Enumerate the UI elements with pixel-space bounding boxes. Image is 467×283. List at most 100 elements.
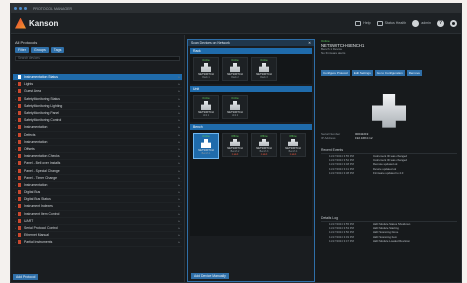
row-menu-icon[interactable]: ▸ <box>178 240 180 244</box>
log-message: Firmware updated to 4.0 <box>373 171 404 176</box>
row-menu-icon[interactable]: ▸ <box>178 125 180 129</box>
device-card[interactable]: Online NETSWITCH Unit 1 <box>193 95 219 119</box>
protocol-list-item[interactable]: › Instrumentation Status ▸ <box>13 74 182 82</box>
row-menu-icon[interactable]: ▸ <box>178 118 180 122</box>
row-menu-icon[interactable]: ▸ <box>178 169 180 173</box>
row-menu-icon[interactable]: ▸ <box>178 97 180 101</box>
protocol-list-item[interactable]: › SafetyMonitoring Status ▸ <box>13 96 182 103</box>
help-menu[interactable]: Help <box>355 20 371 26</box>
tab-tags[interactable]: Tags <box>50 47 65 53</box>
protocol-list-item[interactable]: › SafetyMonitoring Lighting ▸ <box>13 103 182 110</box>
protocol-icon <box>18 103 21 108</box>
tab-groups[interactable]: Groups <box>31 47 49 53</box>
property-row: IP Address 192.168.0.12 <box>321 136 457 140</box>
row-menu-icon[interactable]: ▸ <box>178 176 180 180</box>
protocol-list-item[interactable]: › Panel - Timer Change ▸ <box>13 175 182 182</box>
row-menu-icon[interactable]: ▸ <box>178 212 180 216</box>
row-menu-icon[interactable]: ▸ <box>178 233 180 237</box>
row-menu-icon[interactable]: ▸ <box>178 82 180 86</box>
row-menu-icon[interactable]: ▸ <box>178 204 180 208</box>
add-device-button[interactable]: Add Device Manually <box>191 273 229 279</box>
monitor-icon <box>355 20 362 26</box>
protocol-label: Instrumentation <box>24 125 48 130</box>
device-card-location: Unit 1 <box>202 114 210 117</box>
device-card[interactable]: Offline NETSWITCH Bench 21 alert <box>222 133 248 157</box>
edit-settings-button[interactable]: Edit Settings <box>351 69 373 76</box>
row-menu-icon[interactable]: ▸ <box>178 89 180 93</box>
row-menu-icon[interactable]: ▸ <box>178 226 180 230</box>
protocol-label: Serial Protocol Control <box>24 226 58 231</box>
protocol-list-item[interactable]: › Digital Bus ▸ <box>13 189 182 197</box>
protocol-list-item[interactable]: › Instrumentation ▸ <box>13 182 182 189</box>
row-menu-icon[interactable]: ▸ <box>178 111 180 115</box>
row-menu-icon[interactable]: ▸ <box>178 183 180 187</box>
device-card[interactable]: Online NETSWITCH Rack 2 <box>222 57 248 81</box>
go-to-configuration-button[interactable]: Go to Configuration <box>374 69 405 76</box>
protocol-list-item[interactable]: › Panel - Special Change ▸ <box>13 167 182 175</box>
row-menu-icon[interactable]: ▸ <box>178 140 180 144</box>
protocol-list-item[interactable]: › Instrumentation Checks ▸ <box>13 153 182 161</box>
recent-events-list: 11/17/2024 3:55 PM Instrument ID was chan… <box>321 154 457 176</box>
protocol-list-item[interactable]: › Instrument Indexes ▸ <box>13 203 182 211</box>
row-menu-icon[interactable]: ▸ <box>178 197 180 201</box>
protocol-label: Partial Instruments <box>24 240 53 245</box>
row-menu-icon[interactable]: ▸ <box>178 147 180 151</box>
log-message: LED Module Loaded Revision <box>373 239 411 244</box>
protocol-list-item[interactable]: › Instrumentation ▸ <box>13 139 182 146</box>
gear-icon[interactable] <box>450 19 457 27</box>
device-image-icon <box>372 93 406 128</box>
protocol-label: Instrument Indexes <box>24 204 53 209</box>
protocol-label: Panel - Special Change <box>24 168 60 173</box>
device-card[interactable]: Offline NETSWITCH Bench 31 alert <box>251 133 277 157</box>
device-card[interactable]: Online NETSWITCH Rack 3 <box>251 57 277 81</box>
protocol-label: Offsets <box>24 146 35 151</box>
help-icon[interactable]: ? <box>437 19 444 27</box>
protocol-list-item[interactable]: › SafetyMonitoring Panel ▸ <box>13 110 182 118</box>
row-menu-icon[interactable]: ▸ <box>178 133 180 137</box>
protocol-list-item[interactable]: › UART ▸ <box>13 218 182 225</box>
protocol-list-item[interactable]: › Serial Protocol Control ▸ <box>13 225 182 233</box>
tab-filter[interactable]: Filter <box>15 47 29 53</box>
protocol-list-item[interactable]: › Ethernet Manual ▸ <box>13 232 182 240</box>
row-menu-icon[interactable]: ▸ <box>178 75 180 79</box>
window-minimize-icon[interactable] <box>19 7 22 10</box>
protocol-list-item[interactable]: › Digital Bus Status ▸ <box>13 196 182 204</box>
row-menu-icon[interactable]: ▸ <box>178 219 180 223</box>
status-health-menu[interactable]: Status Health <box>376 20 406 26</box>
configure-protocol-button[interactable]: Configure Protocol <box>321 69 350 76</box>
row-menu-icon[interactable]: ▸ <box>178 104 180 108</box>
protocol-list-item[interactable]: › Lights ▸ <box>13 81 182 89</box>
protocol-list-item[interactable]: › Defects ▸ <box>13 132 182 139</box>
device-card-status: Online <box>231 59 239 62</box>
protocol-list-item[interactable]: › Instrumentation ▸ <box>13 124 182 132</box>
protocol-label: SafetyMonitoring Status <box>24 96 60 101</box>
protocol-list-item[interactable]: › SafetyMonitoring Control ▸ <box>13 117 182 125</box>
row-menu-icon[interactable]: ▸ <box>178 190 180 194</box>
protocol-list-item[interactable]: › Partial Instruments ▸ <box>13 239 182 247</box>
device-card[interactable]: Online NETSWITCH Bench 1 <box>193 133 219 159</box>
device-card[interactable]: Online NETSWITCH Rack 1 <box>193 57 219 81</box>
device-actions: Configure Protocol Edit Settings Go to C… <box>321 69 457 76</box>
add-protocol-button[interactable]: Add Protocol <box>13 274 39 280</box>
device-card-status: Online <box>231 97 239 100</box>
device-scan-panel: Scan Devices on Network ✕ Rack Online NETS… <box>187 39 315 282</box>
remove-button[interactable]: Remove <box>406 69 422 76</box>
protocol-icon <box>18 89 21 94</box>
window-maximize-icon[interactable] <box>24 7 27 10</box>
device-meta-line: No firmware alerts <box>321 50 346 55</box>
sidebar-search-input[interactable]: Search devices <box>15 56 180 61</box>
protocol-list-item[interactable]: › Panel - Bell over Installs ▸ <box>13 160 182 168</box>
window-close-icon[interactable] <box>14 7 17 10</box>
protocol-list-item[interactable]: › Instrument Item Control ▸ <box>13 211 182 218</box>
device-card[interactable]: Offline NETSWITCH Bench 41 alert <box>280 133 306 157</box>
protocol-list-item[interactable]: › Offsets ▸ <box>13 146 182 154</box>
protocol-label: Defects <box>24 132 36 137</box>
row-menu-icon[interactable]: ▸ <box>178 161 180 165</box>
protocol-label: SafetyMonitoring Control <box>24 118 62 123</box>
device-card[interactable]: Online NETSWITCH Unit 2 <box>222 95 248 119</box>
row-menu-icon[interactable]: ▸ <box>178 154 180 158</box>
protocol-list-item[interactable]: › Guest Area ▸ <box>13 88 182 96</box>
protocol-icon <box>18 139 21 144</box>
user-menu[interactable]: admin <box>412 19 431 27</box>
close-icon[interactable]: ✕ <box>308 41 311 45</box>
